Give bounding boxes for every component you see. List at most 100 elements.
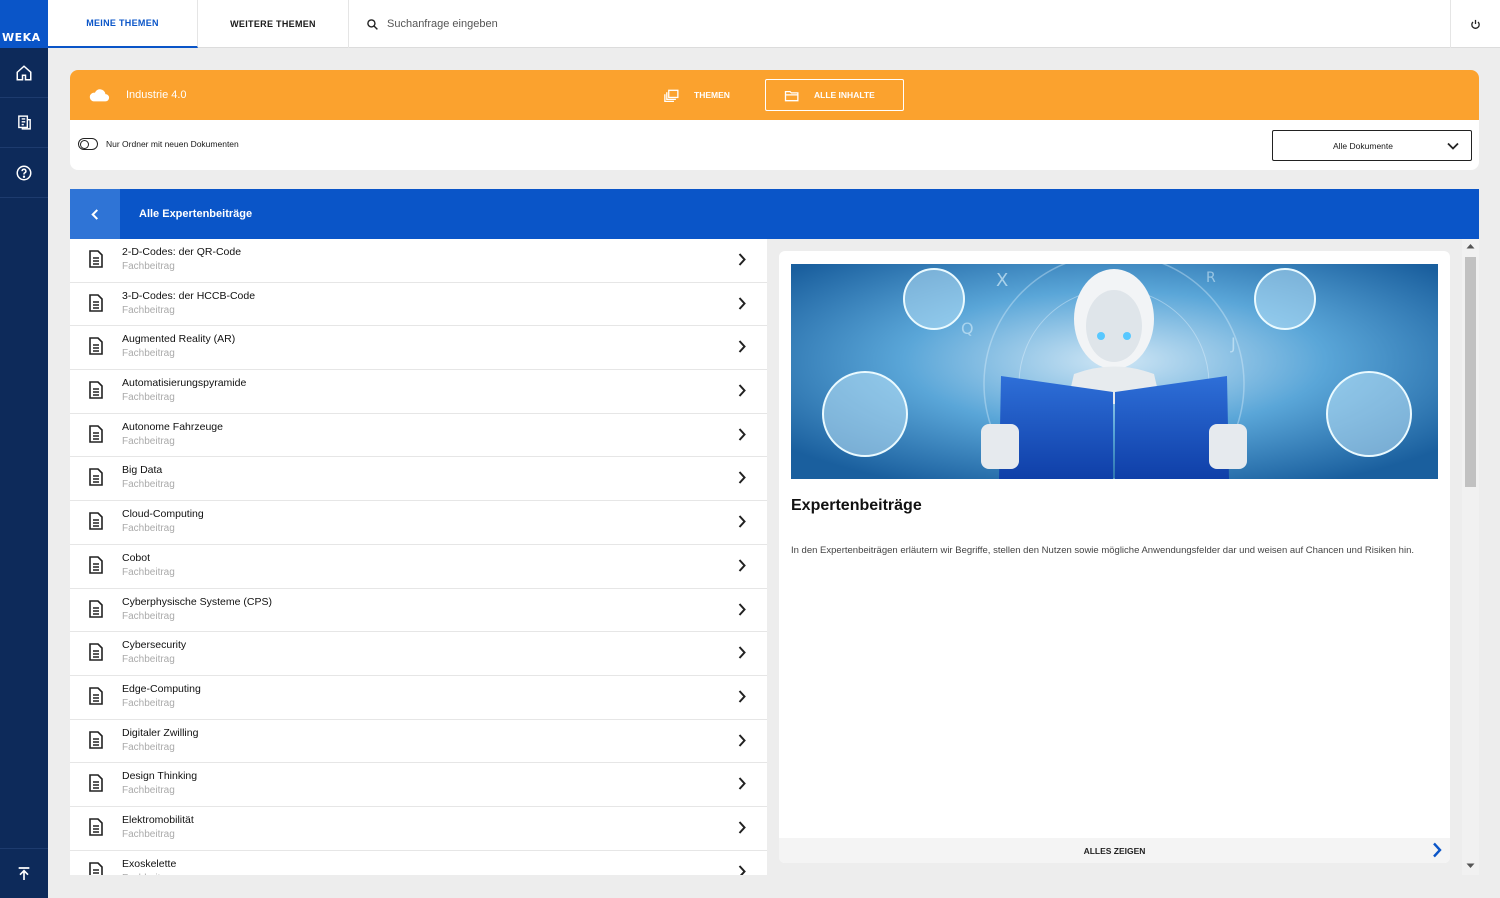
power-icon bbox=[1471, 19, 1480, 29]
list-item-text: Cybersecurity Fachbeitrag bbox=[122, 638, 186, 667]
logo-text: WEKA bbox=[2, 31, 41, 44]
list-item[interactable]: Cloud-Computing Fachbeitrag bbox=[70, 501, 767, 545]
list-item-title: Augmented Reality (AR) bbox=[122, 333, 236, 346]
scroll-top-button[interactable] bbox=[0, 848, 48, 898]
document-icon bbox=[89, 468, 103, 487]
robot-reading-illustration: X Q R J bbox=[791, 264, 1438, 479]
list-item-title: Digitaler Zwilling bbox=[122, 726, 199, 739]
list-item[interactable]: ExoskeletteFachbeitrag bbox=[70, 851, 767, 875]
home-icon bbox=[16, 64, 32, 80]
detail-title: Expertenbeiträge bbox=[791, 497, 922, 514]
scroll-top-icon bbox=[18, 866, 30, 880]
weka-logo[interactable]: WEKA bbox=[0, 0, 48, 48]
list-item-type: Fachbeitrag bbox=[122, 828, 175, 840]
list-item-title: Exoskelette bbox=[122, 857, 177, 870]
list-item[interactable]: Cobot Fachbeitrag bbox=[70, 545, 767, 589]
article-list: 2-D-Codes: der QR-Code Fachbeitrag 3-D-Cod… bbox=[70, 239, 767, 875]
back-button[interactable] bbox=[70, 189, 120, 239]
list-item[interactable]: Digitaler Zwilling Fachbeitrag bbox=[70, 720, 767, 764]
document-icon bbox=[89, 424, 103, 443]
list-item[interactable]: Edge-Computing Fachbeitrag bbox=[70, 676, 767, 720]
document-icon bbox=[89, 818, 103, 836]
tab-meine-themen[interactable]: MEINE THEMEN bbox=[48, 0, 198, 48]
document-icon bbox=[89, 293, 103, 312]
list-item[interactable]: Cybersecurity Fachbeitrag bbox=[70, 632, 767, 676]
section-title: Alle Expertenbeiträge bbox=[139, 208, 253, 220]
list-item[interactable]: 3-D-Codes: der HCCB-Code Fachbeitrag bbox=[70, 283, 767, 327]
topic-label: Industrie 4.0 bbox=[126, 89, 187, 101]
chevron-right-icon bbox=[738, 821, 746, 834]
chevron-right-icon bbox=[1433, 842, 1442, 858]
list-item-title: Design Thinking bbox=[122, 770, 198, 783]
help-button[interactable] bbox=[0, 148, 48, 198]
list-item[interactable]: Elektromobilität Fachbeitrag bbox=[70, 807, 767, 851]
chevron-right-icon bbox=[738, 471, 746, 485]
list-item-text: Digitaler Zwilling Fachbeitrag bbox=[122, 726, 198, 755]
dropdown-value: Alle Dokumente bbox=[1332, 140, 1393, 151]
chevron-right-icon bbox=[738, 340, 746, 354]
list-item[interactable]: Cyberphysische Systeme (CPS) Fachbeitrag bbox=[70, 589, 767, 633]
segment-alle-inhalte[interactable]: ALLE INHALTE bbox=[765, 79, 904, 111]
scrollbar-thumb[interactable] bbox=[1465, 257, 1476, 487]
themen-icon bbox=[664, 89, 679, 102]
left-sidebar: WEKA bbox=[0, 0, 48, 898]
chevron-left-icon bbox=[91, 208, 99, 220]
help-icon bbox=[16, 165, 32, 180]
document-filter-dropdown[interactable]: Alle Dokumente bbox=[1272, 130, 1472, 161]
detail-description: In den Expertenbeiträgen erläutern wir B… bbox=[791, 545, 1414, 556]
list-item-text: 2-D-Codes: der QR-Code Fachbeitrag bbox=[122, 245, 241, 274]
list-item-text: Elektromobilität Fachbeitrag bbox=[122, 813, 194, 842]
document-icon bbox=[89, 774, 103, 793]
list-item[interactable]: Augmented Reality (AR) Fachbeitrag bbox=[70, 326, 767, 371]
cloud-icon bbox=[89, 89, 110, 102]
search-icon bbox=[367, 18, 378, 30]
list-item-title: Big Data bbox=[122, 464, 163, 477]
new-docs-filter: Nur Ordner mit neuen Dokumenten bbox=[78, 138, 239, 150]
list-item-title: Cobot bbox=[122, 551, 151, 564]
scroll-up-icon bbox=[1466, 244, 1475, 249]
list-item-type: Fachbeitrag bbox=[122, 392, 175, 404]
list-item-title: Automatisierungspyramide bbox=[122, 377, 247, 390]
chevron-down-icon bbox=[1447, 142, 1459, 150]
list-item[interactable]: 2-D-Codes: der QR-Code Fachbeitrag bbox=[70, 239, 767, 283]
chevron-right-icon bbox=[738, 602, 746, 616]
document-icon bbox=[89, 381, 103, 399]
documents-button[interactable] bbox=[0, 98, 48, 148]
chevron-right-icon bbox=[738, 253, 746, 266]
document-icon bbox=[89, 599, 103, 618]
tab-weitere-themen[interactable]: WEITERE THEMEN bbox=[198, 0, 349, 48]
list-item[interactable]: Big Data Fachbeitrag bbox=[70, 457, 767, 502]
list-item-title: Cyberphysische Systeme (CPS) bbox=[122, 595, 272, 608]
chevron-right-icon bbox=[738, 515, 746, 528]
list-item[interactable]: Autonome Fahrzeuge Fachbeitrag bbox=[70, 414, 767, 458]
chevron-right-icon bbox=[738, 646, 746, 659]
new-docs-toggle[interactable] bbox=[78, 138, 98, 150]
list-item-text: Cobot Fachbeitrag bbox=[122, 551, 175, 580]
svg-text:R: R bbox=[1206, 270, 1216, 286]
segment-label: THEMEN bbox=[694, 90, 730, 100]
logout-button[interactable] bbox=[1450, 0, 1500, 48]
chevron-right-icon bbox=[738, 777, 746, 790]
list-item-text: Automatisierungspyramide Fachbeitrag bbox=[122, 376, 246, 405]
list-item-text: Autonome Fahrzeuge Fachbeitrag bbox=[122, 420, 223, 449]
document-icon bbox=[89, 861, 103, 875]
search-input[interactable] bbox=[387, 18, 687, 30]
document-icon bbox=[89, 643, 103, 661]
list-item-text: Design Thinking Fachbeitrag bbox=[122, 769, 197, 798]
list-item-type: Fachbeitrag bbox=[122, 654, 175, 666]
list-item-type: Fachbeitrag bbox=[122, 348, 175, 360]
segment-label: ALLE INHALTE bbox=[814, 90, 875, 100]
list-item-title: 2-D-Codes: der QR-Code bbox=[122, 246, 242, 258]
list-item-type: Fachbeitrag bbox=[122, 304, 175, 316]
chevron-right-icon bbox=[738, 428, 746, 441]
scroll-down-icon bbox=[1466, 863, 1475, 868]
list-item[interactable]: Automatisierungspyramide Fachbeitrag bbox=[70, 370, 767, 414]
document-icon bbox=[89, 730, 103, 749]
show-all-button[interactable]: ALLES ZEIGEN bbox=[779, 838, 1450, 863]
scrollbar[interactable] bbox=[1462, 239, 1479, 875]
home-button[interactable] bbox=[0, 48, 48, 98]
segment-themen[interactable]: THEMEN bbox=[646, 79, 748, 111]
list-item-title: Elektromobilität bbox=[122, 813, 194, 826]
list-item[interactable]: Design Thinking Fachbeitrag bbox=[70, 763, 767, 807]
list-item-title: 3-D-Codes: der HCCB-Code bbox=[122, 289, 256, 302]
